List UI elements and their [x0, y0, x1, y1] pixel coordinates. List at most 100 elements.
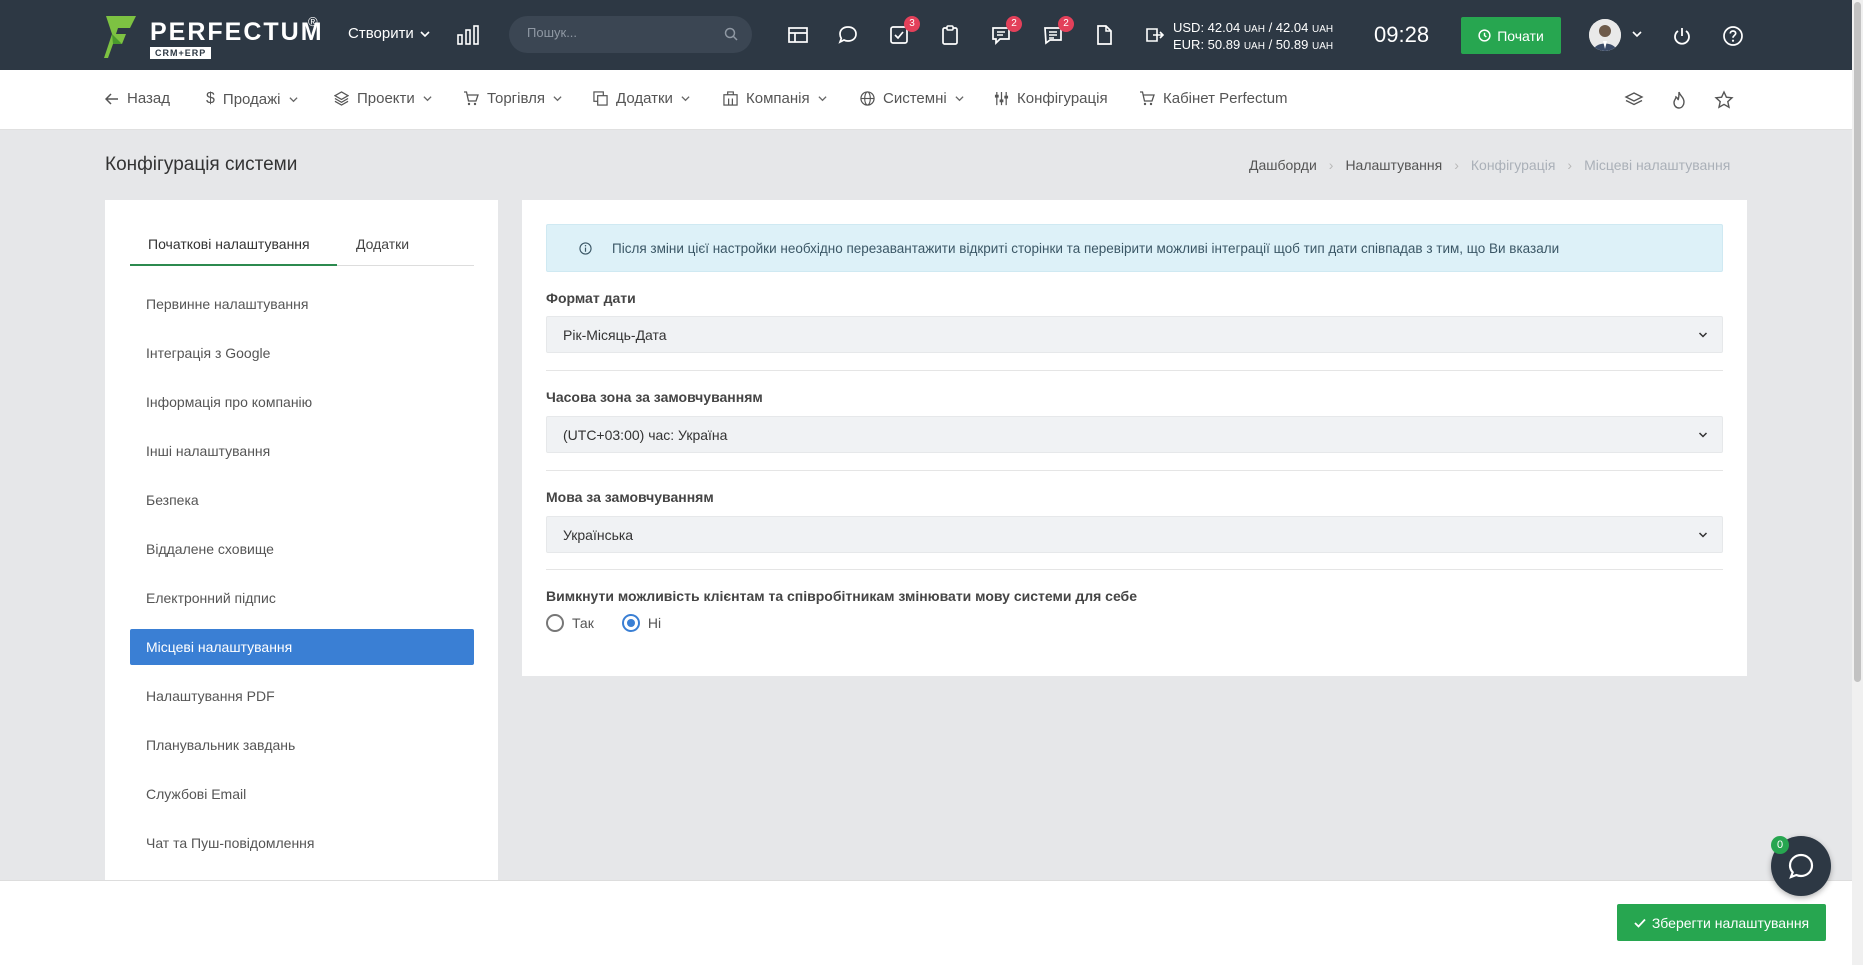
- help-icon[interactable]: [1722, 25, 1744, 47]
- sidebar-item-task-scheduler[interactable]: Планувальник завдань: [130, 727, 474, 763]
- currency-eur-row: EUR: 50.89 UAH / 50.89 UAH: [1173, 37, 1333, 54]
- bottom-bar: [0, 880, 1852, 965]
- table-icon[interactable]: [787, 24, 809, 46]
- nav-company[interactable]: Компанія: [723, 90, 827, 107]
- search-input[interactable]: [527, 25, 717, 40]
- clipboard-icon[interactable]: [939, 24, 961, 46]
- notes-button[interactable]: 2: [1042, 16, 1074, 46]
- nav-sales[interactable]: $ Продажі: [206, 90, 298, 108]
- radio-yes[interactable]: [546, 614, 564, 632]
- disable-language-label: Вимкнути можливість клієнтам та співробі…: [546, 588, 1137, 604]
- language-select[interactable]: Українська: [546, 516, 1723, 553]
- nav-addons[interactable]: Додатки: [593, 90, 690, 107]
- sidebar-item-e-signature[interactable]: Електронний підпис: [130, 580, 474, 616]
- logo-registered: ®: [308, 14, 318, 29]
- chevron-down-icon: [1698, 532, 1708, 538]
- chat-badge: 0: [1771, 836, 1789, 854]
- sidebar-item-company-info[interactable]: Інформація про компанію: [130, 384, 474, 420]
- avatar[interactable]: [1589, 19, 1621, 51]
- nav-trade[interactable]: Торгівля: [463, 90, 562, 107]
- bar-chart-icon[interactable]: [457, 25, 479, 45]
- chevron-down-icon: [423, 96, 432, 102]
- divider: [546, 470, 1723, 471]
- usd-unit: UAH: [1243, 24, 1265, 35]
- currency-rates: USD: 42.04 UAH / 42.04 UAH EUR: 50.89 UA…: [1173, 20, 1333, 54]
- sliders-icon: [994, 91, 1009, 106]
- chevron-down-icon: [1698, 332, 1708, 338]
- nav-system[interactable]: Системні: [860, 90, 964, 107]
- save-label: Зберегти налаштування: [1651, 914, 1810, 931]
- globe-icon: [860, 91, 875, 106]
- nav-system-label: Системні: [883, 90, 947, 107]
- chevron-down-icon[interactable]: [1632, 29, 1642, 39]
- sidebar-item-chat-push[interactable]: Чат та Пуш-повідомлення: [130, 825, 474, 861]
- copy-icon: [593, 91, 608, 106]
- chevron-down-icon: [420, 30, 430, 37]
- sidebar-tabs: Початкові налаштування Додатки: [130, 224, 474, 266]
- radio-yes-label[interactable]: Так: [572, 615, 594, 631]
- tasks-button[interactable]: 3: [888, 16, 920, 46]
- chevron-down-icon: [818, 96, 827, 102]
- breadcrumb-dashboards[interactable]: Дашборди: [1249, 157, 1317, 173]
- tab-initial-settings[interactable]: Початкові налаштування: [148, 236, 310, 252]
- sidebar-item-pdf-settings[interactable]: Налаштування PDF: [130, 678, 474, 714]
- radio-no-label[interactable]: Ні: [648, 615, 661, 631]
- breadcrumb-config[interactable]: Конфігурація: [1471, 157, 1556, 173]
- chat-icon: [1788, 853, 1814, 879]
- date-format-value: Рік-Місяць-Дата: [563, 326, 667, 343]
- logo-mark-icon: [104, 16, 136, 58]
- save-settings-button[interactable]: Зберегти налаштування: [1617, 904, 1826, 941]
- star-icon[interactable]: [1714, 90, 1734, 110]
- tab-addons[interactable]: Додатки: [356, 236, 409, 252]
- create-button[interactable]: Створити: [348, 25, 430, 42]
- breadcrumb: Дашборди › Налаштування › Конфігурація ›…: [1249, 157, 1730, 173]
- document-icon[interactable]: [1093, 24, 1115, 46]
- sidebar-item-security[interactable]: Безпека: [130, 482, 474, 518]
- sidebar-item-local-settings[interactable]: Місцеві налаштування: [130, 629, 474, 665]
- nav-back[interactable]: Назад: [105, 90, 170, 107]
- breadcrumb-chevron-icon: ›: [1454, 157, 1459, 173]
- divider: [546, 569, 1723, 570]
- layers-icon: [334, 91, 349, 106]
- breadcrumb-chevron-icon: ›: [1328, 157, 1334, 173]
- usd-rate-sell: / 42.04: [1268, 20, 1309, 35]
- nav-addons-label: Додатки: [616, 90, 673, 107]
- date-format-select[interactable]: Рік-Місяць-Дата: [546, 316, 1723, 353]
- nav-config[interactable]: Конфігурація: [994, 90, 1108, 107]
- chevron-down-icon: [681, 96, 690, 102]
- nav-projects-label: Проекти: [357, 90, 415, 107]
- eur-unit: UAH: [1243, 41, 1265, 52]
- sidebar-item-service-email[interactable]: Службові Email: [130, 776, 474, 812]
- scrollbar[interactable]: [1852, 0, 1863, 965]
- layers-icon[interactable]: [1624, 90, 1644, 110]
- discussions-button[interactable]: 2: [990, 16, 1022, 46]
- logo[interactable]: PERFECTUM ® CRM+ERP: [104, 14, 324, 62]
- local-settings-panel: Після зміни цієї настройки необхідно пер…: [522, 200, 1747, 676]
- radio-no[interactable]: [621, 614, 640, 632]
- sidebar-item-other-settings[interactable]: Інші налаштування: [130, 433, 474, 469]
- cart-icon: [464, 91, 479, 106]
- info-alert: Після зміни цієї настройки необхідно пер…: [546, 224, 1723, 272]
- chat-bubble-icon[interactable]: [837, 24, 859, 46]
- language-label: Мова за замовчуванням: [546, 489, 714, 505]
- settings-sidebar: Початкові налаштування Додатки Первинне …: [105, 200, 498, 900]
- breadcrumb-current: Місцеві налаштування: [1584, 157, 1731, 173]
- sidebar-item-google-integration[interactable]: Інтеграція з Google: [130, 335, 474, 371]
- start-timer-button[interactable]: Почати: [1461, 17, 1561, 54]
- power-icon[interactable]: [1671, 25, 1693, 47]
- exchange-icon[interactable]: [1143, 24, 1165, 46]
- sidebar-item-primary-setup[interactable]: Первинне налаштування: [130, 286, 474, 322]
- nav-projects[interactable]: Проекти: [334, 90, 432, 107]
- start-label: Почати: [1497, 27, 1544, 44]
- search-icon[interactable]: [724, 27, 738, 41]
- search-box: [509, 16, 752, 53]
- nav-cabinet[interactable]: Кабінет Perfectum: [1139, 90, 1288, 107]
- disable-language-options: Так Ні: [546, 614, 661, 632]
- active-tab-indicator: [130, 264, 337, 266]
- flame-icon[interactable]: [1669, 90, 1689, 110]
- breadcrumb-settings[interactable]: Налаштування: [1345, 157, 1442, 173]
- timezone-select[interactable]: (UTC+03:00) час: Україна: [546, 416, 1723, 453]
- chevron-down-icon: [955, 96, 964, 102]
- sidebar-item-remote-storage[interactable]: Віддалене сховище: [130, 531, 474, 567]
- scrollbar-thumb[interactable]: [1854, 2, 1861, 682]
